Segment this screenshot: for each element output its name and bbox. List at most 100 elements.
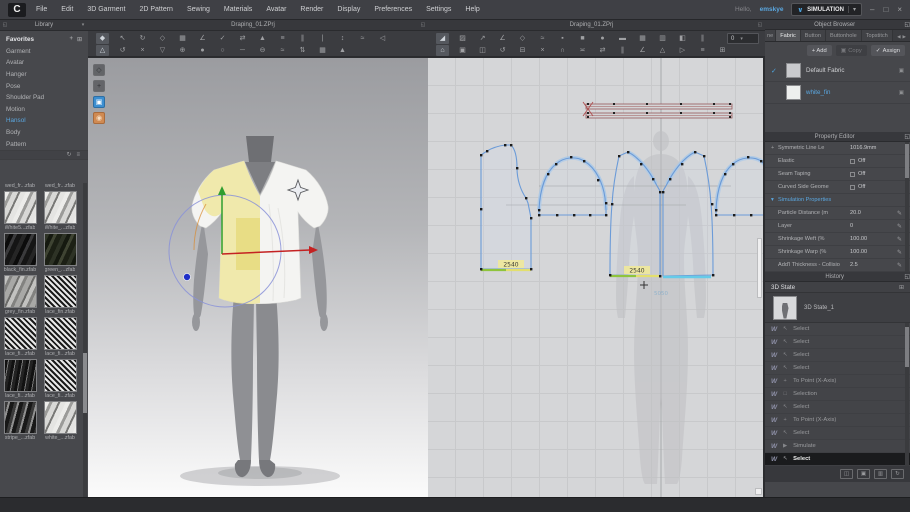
2d-tool-icon[interactable]: ◇ [516,33,529,44]
3d-tool-icon[interactable]: ↻ [136,33,149,44]
property-row[interactable]: Seam Taping Off ✎ [765,168,910,181]
history-entry[interactable]: ↖ Select [765,362,910,375]
fabric-row[interactable]: ✓ Default Fabric ▣ [765,60,910,82]
menu-item[interactable]: Render [300,6,323,13]
fabric-item[interactable]: lace_fin.zfab [42,275,78,315]
history-entry[interactable]: ↖ Select [765,323,910,336]
property-value[interactable]: Off [858,171,865,177]
edit-pencil-icon[interactable]: ✎ [897,262,902,269]
fabric-thumbnail[interactable] [4,359,37,392]
3d-tool-icon[interactable]: ↕ [336,33,349,44]
2d-tool-icon[interactable]: ▪ [556,33,569,44]
history-entry[interactable]: ↖ Select [765,427,910,440]
property-value[interactable]: 100.00 [850,236,867,242]
fabric-thumbnail[interactable] [44,359,77,392]
3d-tool-icon[interactable]: ◁ [376,33,389,44]
view-mode-icon[interactable]: ▣ [93,96,105,108]
library-nav-item[interactable]: Motion + ⊞ [0,104,88,116]
menu-item[interactable]: Display [337,6,360,13]
property-value[interactable]: 100.00 [850,249,867,255]
property-row[interactable]: Particle Distance (m 20.0 ✎ [765,207,910,220]
menu-item[interactable]: Settings [426,6,451,13]
property-value[interactable]: 0 [850,223,853,229]
2d-tool-icon[interactable]: ▥ [656,33,669,44]
fabric-item[interactable]: green_...zfab [42,233,78,273]
app-logo-icon[interactable]: C [8,3,26,17]
tab-scroll-left-icon[interactable]: ◀ [897,34,900,40]
2d-tool-icon[interactable]: ▷ [676,45,689,56]
fabric-link-icon[interactable]: ▣ [899,68,904,74]
property-row[interactable]: Elastic Off ✎ [765,155,910,168]
menu-item[interactable]: Sewing [187,6,210,13]
minimize-button[interactable]: – [870,5,874,14]
3d-tool-icon[interactable]: | [316,33,329,44]
menu-item[interactable]: 3D Garment [87,6,125,13]
3d-tool-icon[interactable]: ⇄ [236,33,249,44]
3d-tool-icon[interactable]: ≈ [356,33,369,44]
3d-viewport[interactable]: ◇+▣◉ [88,58,428,497]
fabric-thumbnail[interactable] [44,191,77,224]
dock-icon[interactable]: ◱ [0,22,10,28]
3d-tool-icon[interactable]: ◇ [156,33,169,44]
2d-tool-icon[interactable]: ◢ [436,33,449,44]
refresh-icon[interactable]: ↻ [66,151,71,158]
popout-icon[interactable]: ◱ [904,133,910,140]
2d-tool-icon[interactable]: ⌂ [436,45,449,56]
library-nav-item[interactable]: Shoulder Pad + ⊞ [0,92,88,104]
3d-tool-icon[interactable]: × [136,45,149,56]
popout-icon[interactable]: ◱ [904,21,910,28]
grading-dropdown[interactable]: 0 ▾ [727,33,759,44]
fabric-item[interactable]: lace_fi...zfab [2,317,38,357]
add-favorite-icon[interactable]: + [69,36,73,43]
history-entry[interactable]: ↖ Select [765,401,910,414]
property-value[interactable]: Off [858,158,865,164]
history-scrollbar[interactable] [905,323,909,466]
fabric-thumbnail[interactable] [4,233,37,266]
edit-pencil-icon[interactable]: ✎ [897,223,902,230]
history-footer-icon[interactable]: ◫ [840,469,853,479]
3d-tool-icon[interactable]: ◆ [96,33,109,44]
library-nav-item[interactable]: Avatar + ⊞ [0,57,88,69]
fabric-row[interactable]: ✓ white_fin ▣ [765,82,910,104]
checkbox[interactable] [850,172,855,177]
menu-item[interactable]: Avatar [266,6,286,13]
3d-tool-icon[interactable]: ○ [216,45,229,56]
property-row[interactable]: + Symmetric Line Le 1016.9mm ✎ [765,142,910,155]
library-nav-item[interactable]: Hansol + ⊞ [0,115,88,127]
popout-icon[interactable]: ◱ [904,273,910,280]
2d-tool-icon[interactable]: ⇄ [596,45,609,56]
2d-tool-icon[interactable]: ≡ [696,45,709,56]
pattern-piece-sleeve-right[interactable] [715,156,763,216]
3d-tool-icon[interactable]: ≡ [276,33,289,44]
library-nav-item[interactable]: Pose + ⊞ [0,80,88,92]
fabric-swatch[interactable] [786,85,801,100]
3d-tool-icon[interactable]: ▦ [316,45,329,56]
history-entry[interactable]: □ Selection [765,388,910,401]
close-button[interactable]: × [897,5,902,14]
3d-tool-icon[interactable]: ∥ [296,33,309,44]
fabric-swatch[interactable] [786,63,801,78]
pattern-piece-bands[interactable] [583,102,732,118]
object-browser-tab[interactable]: Button [801,30,826,41]
fabric-check-icon[interactable]: ✓ [771,67,781,75]
2d-tool-icon[interactable]: ≈ [536,33,549,44]
fabric-link-icon[interactable]: ▣ [899,90,904,96]
object-browser-tab[interactable]: ne [765,30,776,41]
maximize-button[interactable]: □ [883,5,888,14]
popout-icon[interactable]: ◱ [418,22,428,28]
3d-tool-icon[interactable]: ▦ [176,33,189,44]
property-value[interactable]: 20.0 [850,210,861,216]
copy-fabric-button[interactable]: ▣ Copy [836,45,867,56]
menu-item[interactable]: Help [465,6,479,13]
fabric-thumbnail[interactable] [4,275,37,308]
menu-item[interactable]: Edit [61,6,73,13]
3d-tool-icon[interactable]: ≈ [276,45,289,56]
fabric-thumbnail[interactable] [44,275,77,308]
property-value[interactable]: Off [858,184,865,190]
2d-vertical-scrollbar[interactable] [757,238,762,298]
fabric-item[interactable]: grey_fin.zfab [2,275,38,315]
property-value[interactable]: 1016.9mm [850,145,876,151]
library-nav-item[interactable]: Garment + ⊞ [0,46,88,58]
3d-tool-icon[interactable]: ∠ [196,33,209,44]
2d-tool-icon[interactable]: ∩ [556,45,569,56]
